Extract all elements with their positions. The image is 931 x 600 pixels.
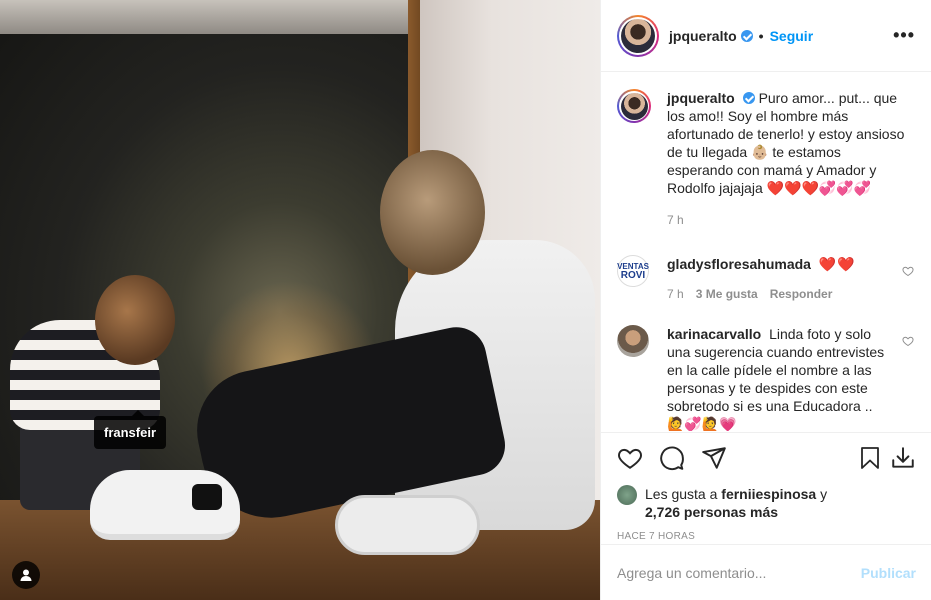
comment-like-heart-icon[interactable] [902, 265, 914, 277]
caption-time[interactable]: 7 h [667, 211, 684, 229]
comments-list[interactable]: jpqueralto Puro amor... put... que los a… [601, 73, 931, 431]
comment-item: VENTAS ROVI gladysfloresahumada ❤️❤️ 7 h… [617, 255, 916, 313]
add-comment-bar: Publicar [601, 544, 931, 600]
photo-sneaker-sole [335, 495, 480, 555]
avatar [621, 18, 655, 53]
comment-likes[interactable]: 3 Me gusta [696, 285, 758, 303]
post-side-panel: jpqueralto • Seguir ••• jpqueralto Puro … [600, 0, 931, 600]
separator-dot: • [758, 27, 764, 44]
verified-icon [740, 29, 753, 42]
post-actions: Les gusta a ferniiespinosa y 2,726 perso… [601, 432, 931, 542]
avatar [620, 92, 648, 120]
photo-sneaker [90, 470, 240, 540]
comment-like-heart-icon[interactable] [902, 335, 914, 347]
post-photo[interactable]: fransfeir [0, 0, 600, 600]
photo-user-tag[interactable]: fransfeir [94, 410, 167, 449]
likes-summary: Les gusta a ferniiespinosa y 2,726 perso… [617, 485, 916, 521]
avatar-brand-main: ROVI [620, 270, 646, 281]
bookmark-icon[interactable] [858, 445, 882, 471]
likes-conj: y [820, 486, 828, 502]
likes-prefix: Les gusta a [645, 486, 718, 502]
like-heart-icon[interactable] [617, 445, 643, 471]
comment-avatar[interactable] [617, 325, 649, 357]
comment-bubble-icon[interactable] [659, 445, 685, 471]
comment-username[interactable]: gladysfloresahumada [667, 256, 811, 272]
liker-username[interactable]: ferniiespinosa [721, 486, 816, 502]
verified-icon [742, 92, 755, 104]
comment-time[interactable]: 7 h [667, 285, 684, 303]
comment-avatar[interactable]: VENTAS ROVI [617, 255, 649, 287]
header-avatar[interactable] [617, 14, 659, 57]
follow-button[interactable]: Seguir [770, 28, 814, 44]
person-icon[interactable] [12, 561, 40, 589]
liker-avatar[interactable] [617, 485, 637, 505]
comment-item: karinacarvallo Linda foto y solo una sug… [617, 325, 916, 431]
comment-username[interactable]: karinacarvallo [667, 326, 761, 342]
caption-username[interactable]: jpqueralto [667, 90, 735, 106]
more-options-icon[interactable]: ••• [893, 25, 915, 46]
header-username[interactable]: jpqueralto [669, 28, 737, 44]
photo-woman-head [380, 150, 485, 275]
action-icons [617, 443, 916, 473]
reply-button[interactable]: Responder [770, 285, 833, 303]
post-timestamp[interactable]: HACE 7 HORAS [617, 531, 916, 542]
comment-text: ❤️❤️ [818, 256, 856, 272]
photo-window-blind [0, 0, 430, 34]
post-comment-button[interactable]: Publicar [861, 565, 916, 581]
post-header: jpqueralto • Seguir ••• [601, 0, 931, 72]
comment-input[interactable] [617, 564, 861, 581]
share-paper-plane-icon[interactable] [701, 445, 727, 471]
photo-child-head [95, 275, 175, 365]
caption-avatar[interactable] [617, 89, 651, 123]
download-tray-icon[interactable] [890, 445, 916, 471]
caption: jpqueralto Puro amor... put... que los a… [617, 89, 916, 243]
likes-count[interactable]: 2,726 personas más [645, 504, 778, 520]
